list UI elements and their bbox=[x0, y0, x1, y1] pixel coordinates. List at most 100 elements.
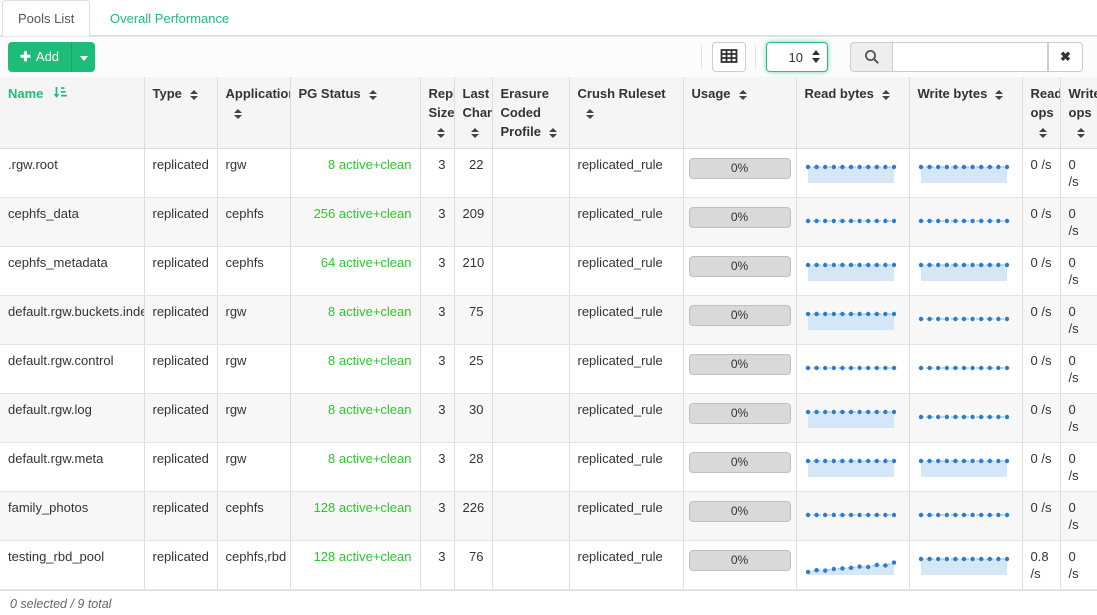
table-header-row: Name TypeApplicationsPG Status Replica Siz… bbox=[0, 77, 1097, 149]
column-header-write_ops[interactable]: Write ops bbox=[1060, 77, 1097, 149]
cell-pg_status: 64 active+clean bbox=[290, 247, 420, 296]
cell-last_change: 210 bbox=[454, 247, 492, 296]
cell-type: replicated bbox=[144, 296, 217, 345]
cell-name: cephfs_data bbox=[0, 198, 144, 247]
table-row[interactable]: testing_rbd_poolreplicatedcephfs,rbd128 … bbox=[0, 541, 1097, 590]
cell-crush_ruleset: replicated_rule bbox=[569, 443, 683, 492]
x-clear-icon: ✖ bbox=[1060, 49, 1071, 64]
column-header-write_bytes[interactable]: Write bytes bbox=[909, 77, 1022, 149]
number-spinner-icon[interactable] bbox=[812, 50, 820, 63]
search-input[interactable] bbox=[892, 42, 1048, 72]
cell-crush_ruleset: replicated_rule bbox=[569, 541, 683, 590]
table-row[interactable]: default.rgw.controlreplicatedrgw8 active… bbox=[0, 345, 1097, 394]
column-header-type[interactable]: Type bbox=[144, 77, 217, 149]
sort-icon bbox=[882, 90, 890, 100]
cell-name: cephfs_metadata bbox=[0, 247, 144, 296]
cell-type: replicated bbox=[144, 149, 217, 198]
cell-read_spark bbox=[796, 149, 909, 198]
caret-down-icon bbox=[80, 56, 88, 61]
write-bytes-sparkline bbox=[918, 303, 1010, 333]
column-header-pg_status[interactable]: PG Status bbox=[290, 77, 420, 149]
column-label: Name bbox=[8, 86, 43, 101]
usage-progress-bar: 0% bbox=[689, 550, 791, 571]
cell-pg_status: 128 active+clean bbox=[290, 541, 420, 590]
cell-usage: 0% bbox=[683, 394, 796, 443]
cell-pg_status: 8 active+clean bbox=[290, 345, 420, 394]
cell-write_spark bbox=[909, 541, 1022, 590]
column-label: Read bytes bbox=[805, 86, 874, 101]
cell-replica_size: 3 bbox=[420, 198, 454, 247]
column-header-applications[interactable]: Applications bbox=[217, 77, 290, 149]
column-label: Replica Size bbox=[429, 86, 455, 120]
table-footer: 0 selected / 9 total bbox=[0, 590, 1097, 615]
cell-crush_ruleset: replicated_rule bbox=[569, 198, 683, 247]
read-bytes-sparkline bbox=[805, 352, 897, 382]
column-header-replica_size[interactable]: Replica Size bbox=[420, 77, 454, 149]
table-row[interactable]: cephfs_metadatareplicatedcephfs64 active… bbox=[0, 247, 1097, 296]
cell-crush_ruleset: replicated_rule bbox=[569, 296, 683, 345]
write-bytes-sparkline bbox=[918, 156, 1010, 186]
cell-read_ops: 0 /s bbox=[1022, 149, 1060, 198]
cell-type: replicated bbox=[144, 492, 217, 541]
selection-status: 0 selected / 9 total bbox=[10, 597, 111, 611]
table-row[interactable]: default.rgw.logreplicatedrgw8 active+cle… bbox=[0, 394, 1097, 443]
table-row[interactable]: family_photosreplicatedcephfs128 active+… bbox=[0, 492, 1097, 541]
clear-search-button[interactable]: ✖ bbox=[1048, 42, 1083, 72]
cell-name: family_photos bbox=[0, 492, 144, 541]
read-bytes-sparkline bbox=[805, 303, 897, 333]
sort-icon bbox=[1077, 128, 1085, 138]
column-header-last_change[interactable]: Last Change bbox=[454, 77, 492, 149]
column-label: Last Change bbox=[463, 86, 493, 120]
cell-read_ops: 0 /s bbox=[1022, 198, 1060, 247]
column-visibility-button[interactable] bbox=[712, 42, 746, 72]
cell-replica_size: 3 bbox=[420, 443, 454, 492]
toolbar-divider bbox=[701, 45, 702, 69]
cell-pg_status: 256 active+clean bbox=[290, 198, 420, 247]
cell-applications: cephfs bbox=[217, 198, 290, 247]
cell-name: default.rgw.buckets.index bbox=[0, 296, 144, 345]
add-dropdown-toggle[interactable] bbox=[71, 42, 95, 72]
cell-write_ops: 0 /s bbox=[1060, 149, 1097, 198]
cell-erasure_coded_profile bbox=[492, 541, 569, 590]
sort-icon bbox=[437, 128, 445, 138]
cell-write_spark bbox=[909, 345, 1022, 394]
cell-last_change: 75 bbox=[454, 296, 492, 345]
cell-write_ops: 0 /s bbox=[1060, 443, 1097, 492]
cell-last_change: 209 bbox=[454, 198, 492, 247]
cell-write_ops: 0 /s bbox=[1060, 345, 1097, 394]
cell-read_spark bbox=[796, 198, 909, 247]
column-header-name[interactable]: Name bbox=[0, 77, 144, 149]
column-header-crush_ruleset[interactable]: Crush Ruleset bbox=[569, 77, 683, 149]
read-bytes-sparkline bbox=[805, 254, 897, 284]
read-bytes-sparkline bbox=[805, 205, 897, 235]
cell-usage: 0% bbox=[683, 149, 796, 198]
cell-type: replicated bbox=[144, 541, 217, 590]
cell-read_ops: 0 /s bbox=[1022, 394, 1060, 443]
cell-last_change: 76 bbox=[454, 541, 492, 590]
cell-pg_status: 8 active+clean bbox=[290, 443, 420, 492]
column-header-read_bytes[interactable]: Read bytes bbox=[796, 77, 909, 149]
table-row[interactable]: cephfs_datareplicatedcephfs256 active+cl… bbox=[0, 198, 1097, 247]
cell-usage: 0% bbox=[683, 541, 796, 590]
read-bytes-sparkline bbox=[805, 499, 897, 529]
tab-pools-list[interactable]: Pools List bbox=[2, 0, 90, 37]
table-grid-icon bbox=[720, 48, 738, 64]
cell-write_spark bbox=[909, 492, 1022, 541]
write-bytes-sparkline bbox=[918, 450, 1010, 480]
sort-icon bbox=[234, 109, 242, 119]
sort-icon bbox=[471, 128, 479, 138]
cell-type: replicated bbox=[144, 443, 217, 492]
table-row[interactable]: default.rgw.buckets.indexreplicatedrgw8 … bbox=[0, 296, 1097, 345]
cell-read_spark bbox=[796, 443, 909, 492]
search-icon bbox=[864, 49, 880, 65]
tab-overall-performance[interactable]: Overall Performance bbox=[94, 0, 245, 37]
table-row[interactable]: default.rgw.metareplicatedrgw8 active+cl… bbox=[0, 443, 1097, 492]
column-header-erasure_coded_profile[interactable]: Erasure Coded Profile bbox=[492, 77, 569, 149]
column-header-usage[interactable]: Usage bbox=[683, 77, 796, 149]
cell-pg_status: 8 active+clean bbox=[290, 394, 420, 443]
sort-icon bbox=[369, 90, 377, 100]
column-header-read_ops[interactable]: Read ops bbox=[1022, 77, 1060, 149]
add-button[interactable]: ✚Add bbox=[8, 42, 71, 72]
cell-erasure_coded_profile bbox=[492, 296, 569, 345]
table-row[interactable]: .rgw.rootreplicatedrgw8 active+clean322r… bbox=[0, 149, 1097, 198]
